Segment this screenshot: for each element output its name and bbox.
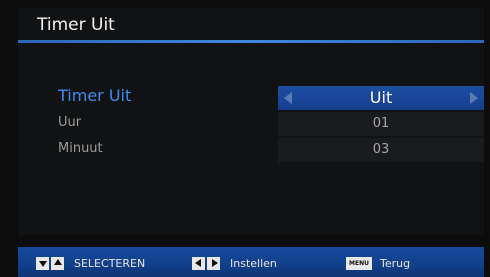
hint-select-label: SELECTEREN xyxy=(74,256,146,270)
up-arrow-key-icon xyxy=(51,256,64,270)
down-arrow-key-icon xyxy=(36,256,49,270)
menu-key-icon: MENU xyxy=(346,256,372,270)
setting-row-timer-off[interactable]: Timer Uit Uit xyxy=(36,86,484,110)
setting-row-minute[interactable]: Minuut 03 xyxy=(36,138,484,162)
setting-value-text-minute: 03 xyxy=(372,142,390,157)
hint-adjust: Instellen xyxy=(192,255,277,271)
timer-off-panel: Timer Uit Timer Uit Uit Uur 01 Minuut 03 xyxy=(18,8,484,235)
setting-value-hour[interactable]: 01 xyxy=(278,112,484,136)
title-bar: Timer Uit xyxy=(18,8,484,40)
title-divider xyxy=(18,40,484,43)
setting-row-hour[interactable]: Uur 01 xyxy=(36,112,484,136)
hint-adjust-label: Instellen xyxy=(230,256,277,270)
right-arrow-key-icon xyxy=(207,256,220,270)
setting-label-minute: Minuut xyxy=(58,141,103,156)
chevron-left-icon[interactable] xyxy=(284,92,292,104)
setting-value-minute[interactable]: 03 xyxy=(278,138,484,162)
setting-value-timer-off[interactable]: Uit xyxy=(278,86,484,110)
hint-select: SELECTEREN xyxy=(36,255,145,271)
hint-back: MENU Terug xyxy=(346,255,410,271)
setting-value-text-hour: 01 xyxy=(372,116,390,131)
setting-label-timer-off: Timer Uit xyxy=(58,86,132,105)
left-arrow-key-icon xyxy=(192,256,205,270)
key-hint-bar: SELECTEREN Instellen MENU Terug xyxy=(18,247,484,277)
page-title: Timer Uit xyxy=(37,15,115,35)
chevron-right-icon[interactable] xyxy=(470,92,478,104)
hint-back-label: Terug xyxy=(380,256,411,270)
tv-osd-screen: Timer Uit Timer Uit Uit Uur 01 Minuut 03 xyxy=(0,0,490,277)
setting-label-hour: Uur xyxy=(58,115,82,130)
setting-value-text-timer-off: Uit xyxy=(369,88,393,107)
